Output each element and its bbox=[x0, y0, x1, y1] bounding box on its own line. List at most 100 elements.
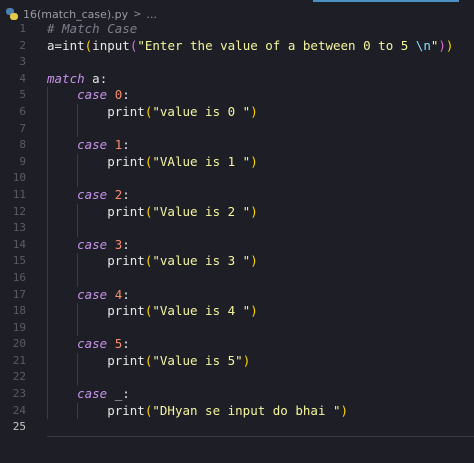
line-number: 6 bbox=[19, 104, 26, 118]
code-token: a: bbox=[84, 70, 108, 86]
code-line[interactable]: 17 case 4: bbox=[0, 287, 474, 304]
code-token: ) bbox=[445, 37, 454, 53]
code-text[interactable]: case 3: bbox=[47, 237, 130, 254]
python-file-icon bbox=[6, 8, 18, 20]
breadcrumb-file[interactable]: 16(match_case).py bbox=[23, 8, 128, 21]
code-text[interactable]: case 1: bbox=[47, 137, 130, 154]
code-line[interactable]: 10 bbox=[0, 170, 474, 187]
line-number: 15 bbox=[12, 254, 26, 268]
line-number: 5 bbox=[19, 88, 26, 102]
code-token: "Value is 4 " bbox=[152, 303, 251, 319]
code-line[interactable]: 4 match a: bbox=[0, 71, 474, 88]
code-line[interactable]: 2 a=int(input("Enter the value of a betwe… bbox=[0, 38, 474, 55]
code-text[interactable]: case 0: bbox=[47, 87, 130, 104]
code-line[interactable]: 1 # Match Case bbox=[0, 21, 474, 38]
code-line[interactable]: 3 bbox=[0, 54, 474, 71]
code-line[interactable]: 7 bbox=[0, 121, 474, 138]
code-token: int bbox=[62, 37, 85, 53]
indent-guide bbox=[77, 153, 79, 187]
code-text[interactable]: print("DHyan se input do bhai ") bbox=[47, 403, 348, 420]
line-number: 22 bbox=[12, 370, 26, 384]
code-line[interactable]: 14 case 3: bbox=[0, 237, 474, 254]
code-line[interactable]: 11 case 2: bbox=[0, 187, 474, 204]
code-text[interactable]: a=int(input("Enter the value of a betwee… bbox=[47, 38, 453, 55]
code-token: print bbox=[47, 153, 145, 169]
indent-guide bbox=[47, 87, 48, 420]
code-text[interactable]: case 2: bbox=[47, 187, 130, 204]
line-number: 18 bbox=[12, 304, 26, 318]
code-line[interactable]: 24 print("DHyan se input do bhai ") bbox=[0, 403, 474, 420]
code-token: "Value is 5" bbox=[152, 352, 243, 368]
code-token: ) bbox=[250, 253, 258, 269]
code-line[interactable]: 18 print("Value is 4 ") bbox=[0, 303, 474, 320]
code-token: case bbox=[77, 236, 108, 252]
code-text[interactable]: case 5: bbox=[47, 336, 130, 353]
code-line[interactable]: 6 print("value is 0 ") bbox=[0, 104, 474, 121]
code-token: case bbox=[77, 186, 108, 202]
line-number: 2 bbox=[19, 38, 26, 52]
code-line[interactable]: 22 bbox=[0, 369, 474, 386]
line-number: 12 bbox=[12, 204, 26, 218]
code-line[interactable]: 25 bbox=[0, 419, 474, 436]
line-number: 20 bbox=[12, 337, 26, 351]
line-number: 25 bbox=[12, 420, 26, 434]
code-token: ) bbox=[250, 303, 258, 319]
breadcrumb: 16(match_case).py > ... bbox=[6, 6, 157, 22]
code-line[interactable]: 20 case 5: bbox=[0, 336, 474, 353]
code-token: : bbox=[122, 137, 130, 153]
code-text[interactable]: print("Value is 2 ") bbox=[47, 204, 258, 221]
code-line[interactable]: 15 print("value is 3 ") bbox=[0, 253, 474, 270]
code-line[interactable]: 19 bbox=[0, 320, 474, 337]
code-lines[interactable]: 1 # Match Case 2 a=int(input("Enter the val… bbox=[0, 21, 474, 437]
line-number: 10 bbox=[12, 171, 26, 185]
code-text[interactable]: match a: bbox=[47, 71, 107, 88]
code-line[interactable]: 12 print("Value is 2 ") bbox=[0, 204, 474, 221]
code-line[interactable]: 8 case 1: bbox=[0, 137, 474, 154]
code-token: a bbox=[47, 37, 55, 53]
breadcrumb-more[interactable]: ... bbox=[147, 8, 158, 21]
code-editor[interactable]: 16(match_case).py > ... 1 # Match Case 2 a=… bbox=[0, 0, 474, 463]
chevron-right-icon: > bbox=[133, 8, 142, 20]
line-number: 4 bbox=[19, 71, 26, 85]
code-text[interactable]: print("VAlue is 1 ") bbox=[47, 154, 258, 171]
code-token: \n bbox=[415, 37, 431, 53]
indent-guide bbox=[77, 303, 79, 337]
code-text[interactable]: case 4: bbox=[47, 287, 130, 304]
code-token: case bbox=[77, 137, 108, 153]
code-text[interactable]: case _: bbox=[47, 386, 130, 403]
code-token: "Enter the value of a between 0 to 5 bbox=[137, 37, 416, 53]
code-text[interactable]: print("value is 3 ") bbox=[47, 253, 258, 270]
code-line[interactable]: 21 print("Value is 5") bbox=[0, 353, 474, 370]
code-token: ) bbox=[438, 37, 446, 53]
line-number: 21 bbox=[12, 353, 26, 367]
code-token: case bbox=[77, 386, 108, 402]
line-number: 17 bbox=[12, 287, 26, 301]
code-text[interactable]: # Match Case bbox=[47, 21, 137, 38]
code-line[interactable]: 9 print("VAlue is 1 ") bbox=[0, 154, 474, 171]
code-line[interactable]: 5 case 0: bbox=[0, 87, 474, 104]
code-line[interactable]: 23 case _: bbox=[0, 386, 474, 403]
code-text[interactable]: print("value is 0 ") bbox=[47, 104, 258, 121]
code-text[interactable]: print("Value is 4 ") bbox=[47, 303, 258, 320]
code-token: print bbox=[47, 402, 145, 418]
code-token: : bbox=[122, 186, 130, 202]
code-line[interactable]: 13 bbox=[0, 220, 474, 237]
line-number: 19 bbox=[12, 320, 26, 334]
code-token: case bbox=[77, 87, 108, 103]
current-line-highlight bbox=[47, 436, 474, 437]
code-token: "value is 0 " bbox=[152, 103, 251, 119]
code-token: : bbox=[122, 286, 130, 302]
code-line[interactable]: 16 bbox=[0, 270, 474, 287]
code-token: case bbox=[77, 286, 108, 302]
indent-guide bbox=[77, 104, 79, 138]
